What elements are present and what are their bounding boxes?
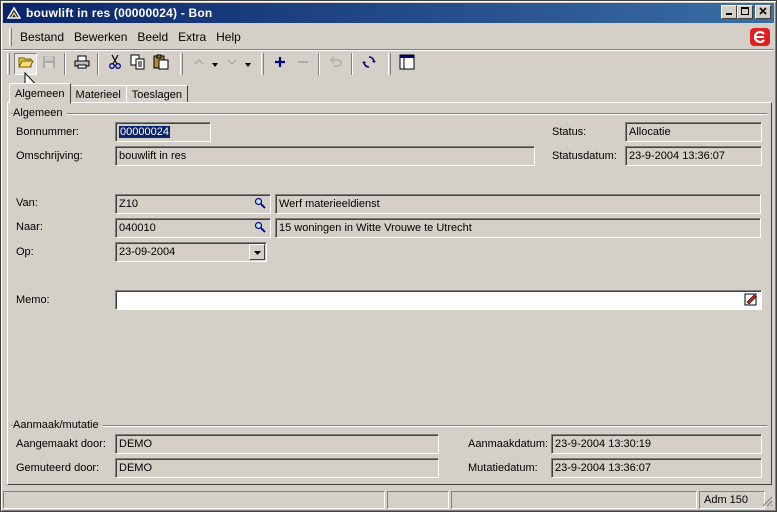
naar-code-field[interactable]: 040010 xyxy=(115,218,271,238)
caret-down-icon xyxy=(212,58,218,70)
menu-extra[interactable]: Extra xyxy=(173,30,211,44)
title-bar[interactable]: bouwlift in res (00000024) - Bon xyxy=(3,3,774,23)
copy-button[interactable] xyxy=(126,53,149,75)
paste-clipboard-icon xyxy=(153,54,169,73)
paste-button[interactable] xyxy=(149,53,172,75)
previous-dropdown[interactable] xyxy=(210,53,220,75)
status-field: Allocatie xyxy=(625,122,762,142)
add-button[interactable] xyxy=(268,53,291,75)
menu-bestand[interactable]: Bestand xyxy=(15,30,69,44)
next-dropdown[interactable] xyxy=(243,53,253,75)
plus-icon xyxy=(274,56,286,71)
edit-note-icon xyxy=(744,292,758,309)
aanmaakdatum-label: Aanmaakdatum: xyxy=(468,438,549,450)
save-disk-icon xyxy=(41,54,57,73)
memo-label: Memo: xyxy=(16,294,50,306)
maximize-button[interactable] xyxy=(737,5,753,19)
close-button[interactable] xyxy=(755,5,771,19)
print-button[interactable] xyxy=(70,53,93,75)
menu-grip[interactable] xyxy=(9,28,12,46)
tab-algemeen[interactable]: Algemeen xyxy=(9,83,71,104)
printer-icon xyxy=(74,54,90,73)
window-layout-icon xyxy=(399,54,415,73)
bonnummer-field[interactable]: 00000024 xyxy=(115,122,211,142)
memo-field[interactable] xyxy=(115,290,762,310)
status-panel-admin: Adm 150 xyxy=(699,491,765,509)
mutatiedatum-label: Mutatiedatum: xyxy=(468,462,538,474)
aangemaakt-field: DEMO xyxy=(115,434,439,454)
caret-down-icon xyxy=(245,58,251,70)
statusdatum-label: Statusdatum: xyxy=(552,150,617,162)
open-folder-icon xyxy=(17,54,34,73)
window-title: bouwlift in res (00000024) - Bon xyxy=(26,6,213,20)
van-label: Van: xyxy=(16,197,38,209)
mutatiedatum-field: 23-9-2004 13:36:07 xyxy=(551,458,762,478)
delete-button[interactable] xyxy=(291,53,314,75)
minus-icon xyxy=(297,56,309,71)
menu-bar: Bestand Bewerken Beeld Extra Help xyxy=(3,27,774,47)
naar-code-value: 040010 xyxy=(119,222,156,234)
toolbar xyxy=(3,49,774,77)
van-lookup-button[interactable] xyxy=(251,196,269,212)
refresh-icon xyxy=(361,55,376,72)
naar-description-field: 15 woningen in Witte Vrouwe te Utrecht xyxy=(275,218,761,238)
toolbar-grip[interactable] xyxy=(7,52,10,75)
bonnummer-label: Bonnummer: xyxy=(16,126,79,138)
gemuteerd-label: Gemuteerd door: xyxy=(16,462,100,474)
chevron-down-icon xyxy=(253,246,261,258)
copy-icon xyxy=(130,54,146,73)
previous-record-button[interactable] xyxy=(187,53,210,75)
minimize-button[interactable] xyxy=(721,5,737,19)
naar-label: Naar: xyxy=(16,221,43,233)
brand-logo-icon xyxy=(750,28,770,46)
van-description-field: Werf materieeldienst xyxy=(275,194,761,214)
scissors-icon xyxy=(107,54,123,73)
op-label: Op: xyxy=(16,246,34,258)
op-date-value: 23-09-2004 xyxy=(119,246,176,258)
status-panel-3 xyxy=(451,491,697,509)
section-algemeen-label: Algemeen xyxy=(13,107,67,119)
op-date-dropdown[interactable] xyxy=(249,244,265,260)
van-code-value: Z10 xyxy=(119,198,138,210)
aanmaakdatum-field: 23-9-2004 13:30:19 xyxy=(551,434,762,454)
arrow-up-icon xyxy=(193,56,205,71)
undo-button[interactable] xyxy=(324,53,347,75)
bonnummer-value: 00000024 xyxy=(119,126,170,138)
save-button[interactable] xyxy=(37,53,60,75)
gemuteerd-field: DEMO xyxy=(115,458,439,478)
tab-strip: Algemeen Materieel Toeslagen xyxy=(9,83,188,104)
application-window: bouwlift in res (00000024) - Bon Bestand… xyxy=(0,0,777,512)
tab-toeslagen[interactable]: Toeslagen xyxy=(125,85,188,103)
memo-edit-button[interactable] xyxy=(742,292,760,308)
menu-beeld[interactable]: Beeld xyxy=(132,30,173,44)
status-bar: Adm 150 xyxy=(3,491,774,511)
app-icon xyxy=(6,5,22,21)
section-mutatie-label: Aanmaak/mutatie xyxy=(13,419,103,431)
arrow-down-icon xyxy=(226,56,238,71)
next-record-button[interactable] xyxy=(220,53,243,75)
aangemaakt-label: Aangemaakt door: xyxy=(16,438,106,450)
omschrijving-label: Omschrijving: xyxy=(16,150,83,162)
undo-icon xyxy=(329,56,343,71)
van-code-field[interactable]: Z10 xyxy=(115,194,271,214)
cut-button[interactable] xyxy=(103,53,126,75)
status-label: Status: xyxy=(552,126,587,138)
status-panel-1 xyxy=(3,491,385,509)
op-date-field[interactable]: 23-09-2004 xyxy=(115,242,267,262)
resize-grip-icon[interactable] xyxy=(761,495,773,510)
magnifier-icon xyxy=(254,197,266,212)
naar-lookup-button[interactable] xyxy=(251,220,269,236)
omschrijving-field[interactable]: bouwlift in res xyxy=(115,146,535,166)
refresh-button[interactable] xyxy=(357,53,380,75)
magnifier-icon xyxy=(254,221,266,236)
tab-materieel[interactable]: Materieel xyxy=(69,85,127,103)
menu-help[interactable]: Help xyxy=(211,30,246,44)
layout-button[interactable] xyxy=(395,53,418,75)
status-panel-2 xyxy=(387,491,449,509)
statusdatum-field: 23-9-2004 13:36:07 xyxy=(625,146,762,166)
menu-bewerken[interactable]: Bewerken xyxy=(69,30,132,44)
